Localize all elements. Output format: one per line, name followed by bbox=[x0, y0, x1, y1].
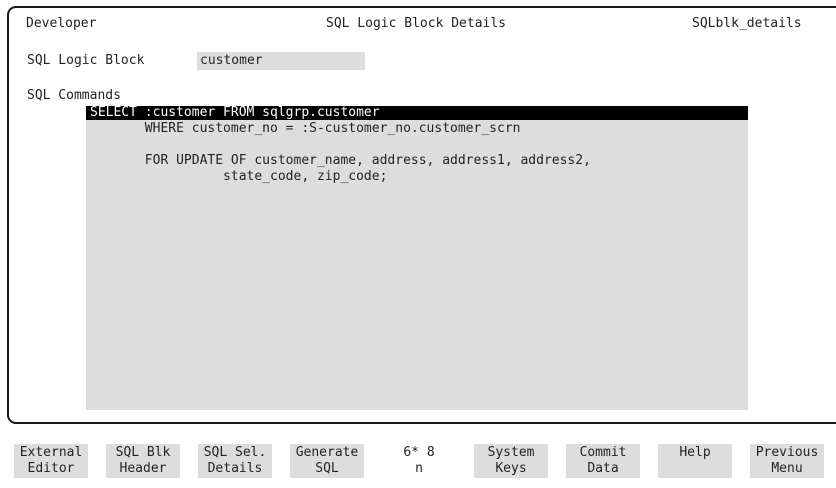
previous-menu-key[interactable]: Previous Menu bbox=[750, 444, 824, 478]
help-key[interactable]: Help bbox=[658, 444, 732, 478]
logic-block-field[interactable]: customer bbox=[197, 52, 365, 70]
fkey-label-line1: 6* 8 bbox=[403, 445, 435, 460]
commit-data-key[interactable]: Commit Data bbox=[566, 444, 640, 478]
sql-line[interactable]: FOR UPDATE OF customer_name, address, ad… bbox=[86, 154, 591, 168]
fkey-label-line1: SQL Sel. bbox=[203, 445, 267, 460]
sql-blk-header-key[interactable]: SQL Blk Header bbox=[106, 444, 180, 478]
fkey-label-line1: Generate bbox=[295, 445, 359, 460]
fkey-label-line2: Data bbox=[587, 461, 619, 476]
generate-sql-key[interactable]: Generate SQL bbox=[290, 444, 364, 478]
fkey-label-line2: Menu bbox=[771, 461, 803, 476]
sql-commands-label: SQL Commands bbox=[27, 88, 121, 103]
fkey-label-line1: Commit bbox=[579, 445, 627, 460]
fkey-label-line2: SQL bbox=[315, 461, 339, 476]
sql-sel-details-key[interactable]: SQL Sel. Details bbox=[198, 444, 272, 478]
logic-block-label: SQL Logic Block bbox=[27, 53, 145, 68]
fkey-label-line2: Details bbox=[207, 461, 263, 476]
sql-line-selected[interactable]: SELECT :customer FROM sqlgrp.customer bbox=[86, 106, 748, 120]
fkey-label-line1: SQL Blk bbox=[115, 445, 171, 460]
f5-key[interactable]: 6* 8 n bbox=[382, 444, 456, 478]
user-role-label: Developer bbox=[26, 16, 97, 31]
external-editor-key[interactable]: External Editor bbox=[14, 444, 88, 478]
fkey-label-line1: Previous bbox=[755, 445, 819, 460]
fkey-label-line2: Keys bbox=[495, 461, 527, 476]
sql-line[interactable]: state_code, zip_code; bbox=[86, 170, 387, 184]
fkey-label-line2: Header bbox=[119, 461, 167, 476]
sql-commands-editor[interactable]: SELECT :customer FROM sqlgrp.customer WH… bbox=[86, 106, 748, 410]
fkey-label-line1: Help bbox=[679, 445, 711, 460]
sql-line[interactable]: WHERE customer_no = :S-customer_no.custo… bbox=[86, 122, 521, 136]
fkey-label-line2: Editor bbox=[27, 461, 75, 476]
system-keys-key[interactable]: System Keys bbox=[474, 444, 548, 478]
sql-line[interactable] bbox=[86, 138, 90, 152]
fkey-label-line1: External bbox=[19, 445, 83, 460]
screen-id: SQLblk_details bbox=[692, 16, 802, 31]
fkey-label-line2: n bbox=[415, 461, 423, 476]
fkey-label-line1: System bbox=[487, 445, 535, 460]
function-key-bar: External Editor SQL Blk Header SQL Sel. … bbox=[0, 444, 836, 480]
screen-title: SQL Logic Block Details bbox=[326, 16, 507, 31]
